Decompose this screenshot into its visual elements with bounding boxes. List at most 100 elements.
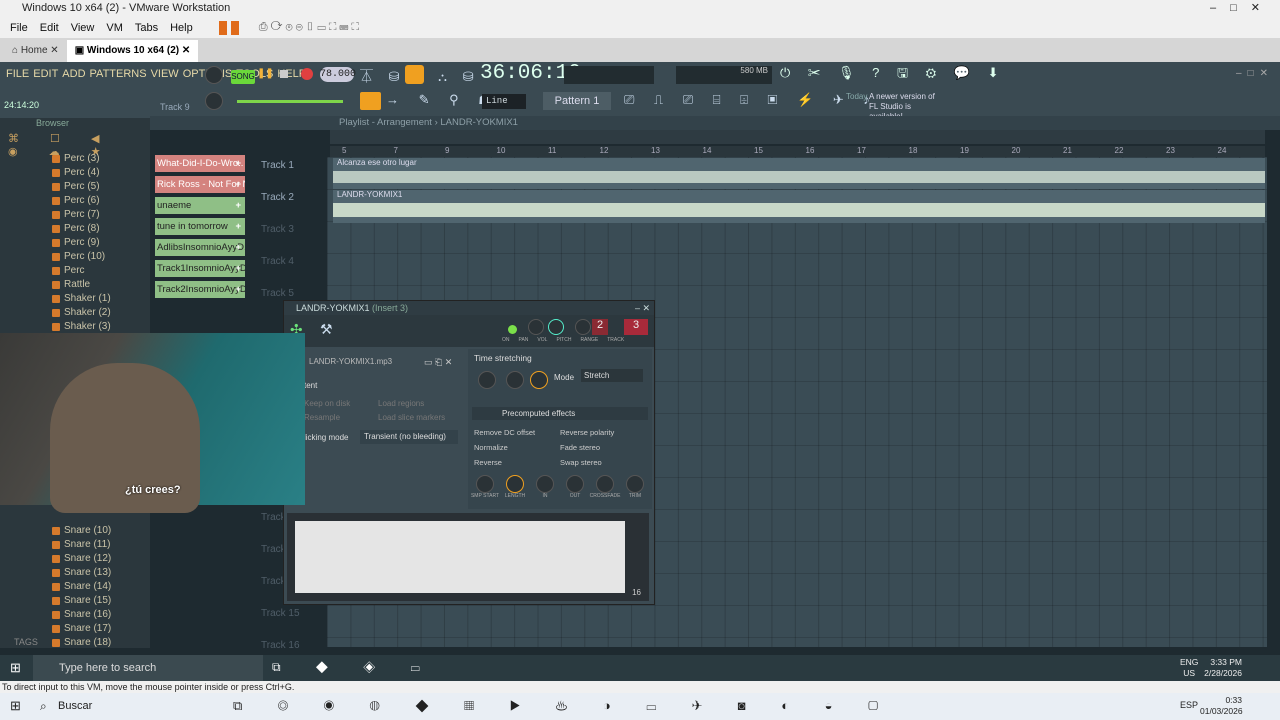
knob-dial[interactable] bbox=[596, 475, 614, 493]
track-16-label[interactable]: Track 16 bbox=[261, 640, 300, 651]
master-volume-knob[interactable] bbox=[205, 66, 223, 84]
knob-dial[interactable] bbox=[626, 475, 644, 493]
host-search[interactable]: Buscar bbox=[58, 700, 92, 712]
browser-item[interactable]: Perc (8) bbox=[0, 222, 150, 236]
close-icon[interactable]: – ✕ bbox=[635, 301, 650, 315]
range-value[interactable]: 2 bbox=[592, 319, 608, 335]
effect-option[interactable]: Normalize bbox=[474, 440, 535, 455]
mode-select[interactable]: Stretch bbox=[581, 369, 643, 382]
effect-option[interactable]: Reverse bbox=[474, 455, 535, 470]
browser-toolbar[interactable]: ⌘ ☐ ◀ ◉ ☁ ★ bbox=[0, 132, 150, 158]
playlist-icon[interactable] bbox=[360, 92, 381, 110]
audio-clip-2[interactable]: LANDR-YOKMIX1 bbox=[333, 190, 1265, 223]
resample[interactable]: Resample bbox=[304, 413, 340, 422]
pause-icon[interactable] bbox=[218, 20, 227, 35]
track-15-label[interactable]: Track 15 bbox=[261, 608, 300, 619]
effect-option[interactable]: Fade stereo bbox=[560, 440, 614, 455]
browser-item[interactable]: Snare (17) bbox=[0, 622, 150, 636]
menu-edit[interactable]: Edit bbox=[36, 22, 63, 34]
pattern-item[interactable]: Rick Ross - Not For N.. bbox=[155, 176, 245, 193]
browser-item[interactable]: Perc (9) bbox=[0, 236, 150, 250]
song-mode-button[interactable]: SONG bbox=[231, 70, 255, 84]
timeline-ruler[interactable]: 5 7 9 10 11 12 13 14 15 16 17 18 19 20 21 22 23 24 bbox=[330, 146, 1265, 157]
pattern-item[interactable]: What-Did-I-Do-Wro.. bbox=[155, 155, 245, 172]
menu-view[interactable]: View bbox=[67, 22, 99, 34]
track-low-2[interactable]: Track bbox=[261, 544, 286, 555]
taskbar-search[interactable]: Type here to search bbox=[33, 655, 263, 681]
file-actions[interactable]: ▭ ⎗ ✕ bbox=[424, 357, 452, 368]
tab-windows10[interactable]: ▣ Windows 10 x64 (2) ✕ bbox=[66, 40, 199, 62]
bottom-knob[interactable]: CROSSFADE bbox=[590, 475, 620, 499]
track-4-label[interactable]: Track 4 bbox=[261, 256, 294, 267]
track-1-label[interactable]: Track 1 bbox=[261, 160, 294, 171]
master-pitch-slider[interactable] bbox=[237, 100, 343, 103]
knob-dial[interactable] bbox=[566, 475, 584, 493]
taskbar-apps[interactable]: ⧉ ◆ ◈ ▭ bbox=[272, 660, 436, 675]
ts-pitch-knob[interactable] bbox=[478, 371, 496, 389]
window-controls[interactable]: –□✕ bbox=[1210, 0, 1274, 17]
host-taskbar-apps[interactable]: ⧉ ◎ ◉ ◍ ◆ ▦ ▶ ♨ ◑ ▭ ✈ ◙ ◐ ◒ ▢ bbox=[233, 698, 894, 714]
track-value[interactable]: 3 bbox=[624, 319, 648, 335]
tb1-lang[interactable]: ENG US bbox=[1180, 657, 1198, 679]
load-regions[interactable]: Load regions bbox=[378, 399, 424, 408]
pattern-item[interactable]: tune in tomorrow bbox=[155, 218, 245, 235]
step-edit-icon[interactable] bbox=[405, 65, 424, 84]
record-icon[interactable] bbox=[301, 68, 313, 80]
click-mode-select[interactable]: Transient (no bleeding) bbox=[360, 430, 458, 444]
browser-item[interactable]: Perc (5) bbox=[0, 180, 150, 194]
browser-item[interactable]: Shaker (3) bbox=[0, 320, 150, 334]
browser-item[interactable]: Shaker (1) bbox=[0, 292, 150, 306]
effect-option[interactable]: Swap stereo bbox=[560, 455, 614, 470]
browser-item[interactable]: Perc bbox=[0, 264, 150, 278]
menu-tabs[interactable]: Tabs bbox=[131, 22, 162, 34]
tb2-clock[interactable]: 0:33 01/03/2026 bbox=[1200, 695, 1243, 717]
vm-toolbar-icons[interactable]: ⎙ ⟳ ⊚ ⊜ ▯ ▭ ⛶ ⌨ ⛶ bbox=[255, 21, 363, 34]
ts-mul-knob[interactable] bbox=[506, 371, 524, 389]
bottom-knob[interactable]: SMP START bbox=[471, 475, 499, 499]
browser-item[interactable]: Perc (10) bbox=[0, 250, 150, 264]
browser-item[interactable]: Perc (7) bbox=[0, 208, 150, 222]
bottom-knob[interactable]: OUT bbox=[564, 475, 586, 499]
menu-file[interactable]: File bbox=[6, 22, 32, 34]
browser-item[interactable]: Perc (4) bbox=[0, 166, 150, 180]
time-display[interactable]: 36:06:10 bbox=[480, 62, 581, 86]
snap-select[interactable]: Line bbox=[482, 94, 526, 109]
tb2-lang[interactable]: ESP bbox=[1180, 700, 1198, 710]
browser-item[interactable]: Perc (6) bbox=[0, 194, 150, 208]
fl-right-icons[interactable]: ⏻ ✂ 🎙 ? 🖫 ⚙ 💬 ⬇ bbox=[780, 64, 1005, 86]
keep-on-disk[interactable]: Keep on disk bbox=[304, 399, 350, 408]
pattern-select[interactable]: Pattern 1 bbox=[543, 92, 611, 110]
fl-menu-view[interactable]: VIEW bbox=[151, 68, 179, 80]
pattern-item[interactable]: Track1InsomnioAyyD.. bbox=[155, 260, 245, 277]
pattern-item[interactable]: AdlibsInsomnioAyyD.. bbox=[155, 239, 245, 256]
knob-dial[interactable] bbox=[536, 475, 554, 493]
windows-start-icon-host[interactable]: ⊞ bbox=[10, 698, 21, 714]
fl-menu-add[interactable]: ADD bbox=[62, 68, 85, 80]
play-icon[interactable]: ❚❚ bbox=[257, 68, 274, 82]
browser-item[interactable]: Shaker (2) bbox=[0, 306, 150, 320]
fl-menu-patterns[interactable]: PATTERNS bbox=[90, 68, 147, 80]
effect-option[interactable]: Reverse polarity bbox=[560, 425, 614, 440]
pitch-knob-ch[interactable] bbox=[575, 319, 591, 335]
channel-title-bar[interactable]: LANDR-YOKMIX1 (Insert 3) – ✕ bbox=[284, 301, 654, 315]
pan-knob[interactable] bbox=[528, 319, 544, 335]
precomputed-header[interactable]: Precomputed effects bbox=[472, 407, 648, 420]
browser-item[interactable]: Perc (3) bbox=[0, 152, 150, 166]
browser-item[interactable]: Snare (13) bbox=[0, 566, 150, 580]
playlist-scrollbar[interactable] bbox=[330, 130, 1265, 144]
sample-file[interactable]: LANDR-YOKMIX1.mp3 bbox=[309, 357, 392, 366]
menu-vm[interactable]: VM bbox=[102, 22, 127, 34]
ts-time-knob[interactable] bbox=[530, 371, 548, 389]
fl-window-controls[interactable]: –□✕ bbox=[1236, 68, 1274, 79]
track-3-label[interactable]: Track 3 bbox=[261, 224, 294, 235]
effect-option[interactable]: Remove DC offset bbox=[474, 425, 535, 440]
bottom-knob[interactable]: LENGTH bbox=[504, 475, 526, 499]
track-low-1[interactable]: Track bbox=[261, 512, 286, 523]
load-slice-markers[interactable]: Load slice markers bbox=[378, 413, 445, 422]
browser-item[interactable]: Snare (14) bbox=[0, 580, 150, 594]
audio-clip-1[interactable]: Alcanza ese otro lugar bbox=[333, 158, 1265, 189]
stop-icon[interactable] bbox=[280, 70, 288, 78]
knob-dial[interactable] bbox=[476, 475, 494, 493]
bottom-knob[interactable]: TRIM bbox=[624, 475, 646, 499]
track-5-label[interactable]: Track 5 bbox=[261, 288, 294, 299]
